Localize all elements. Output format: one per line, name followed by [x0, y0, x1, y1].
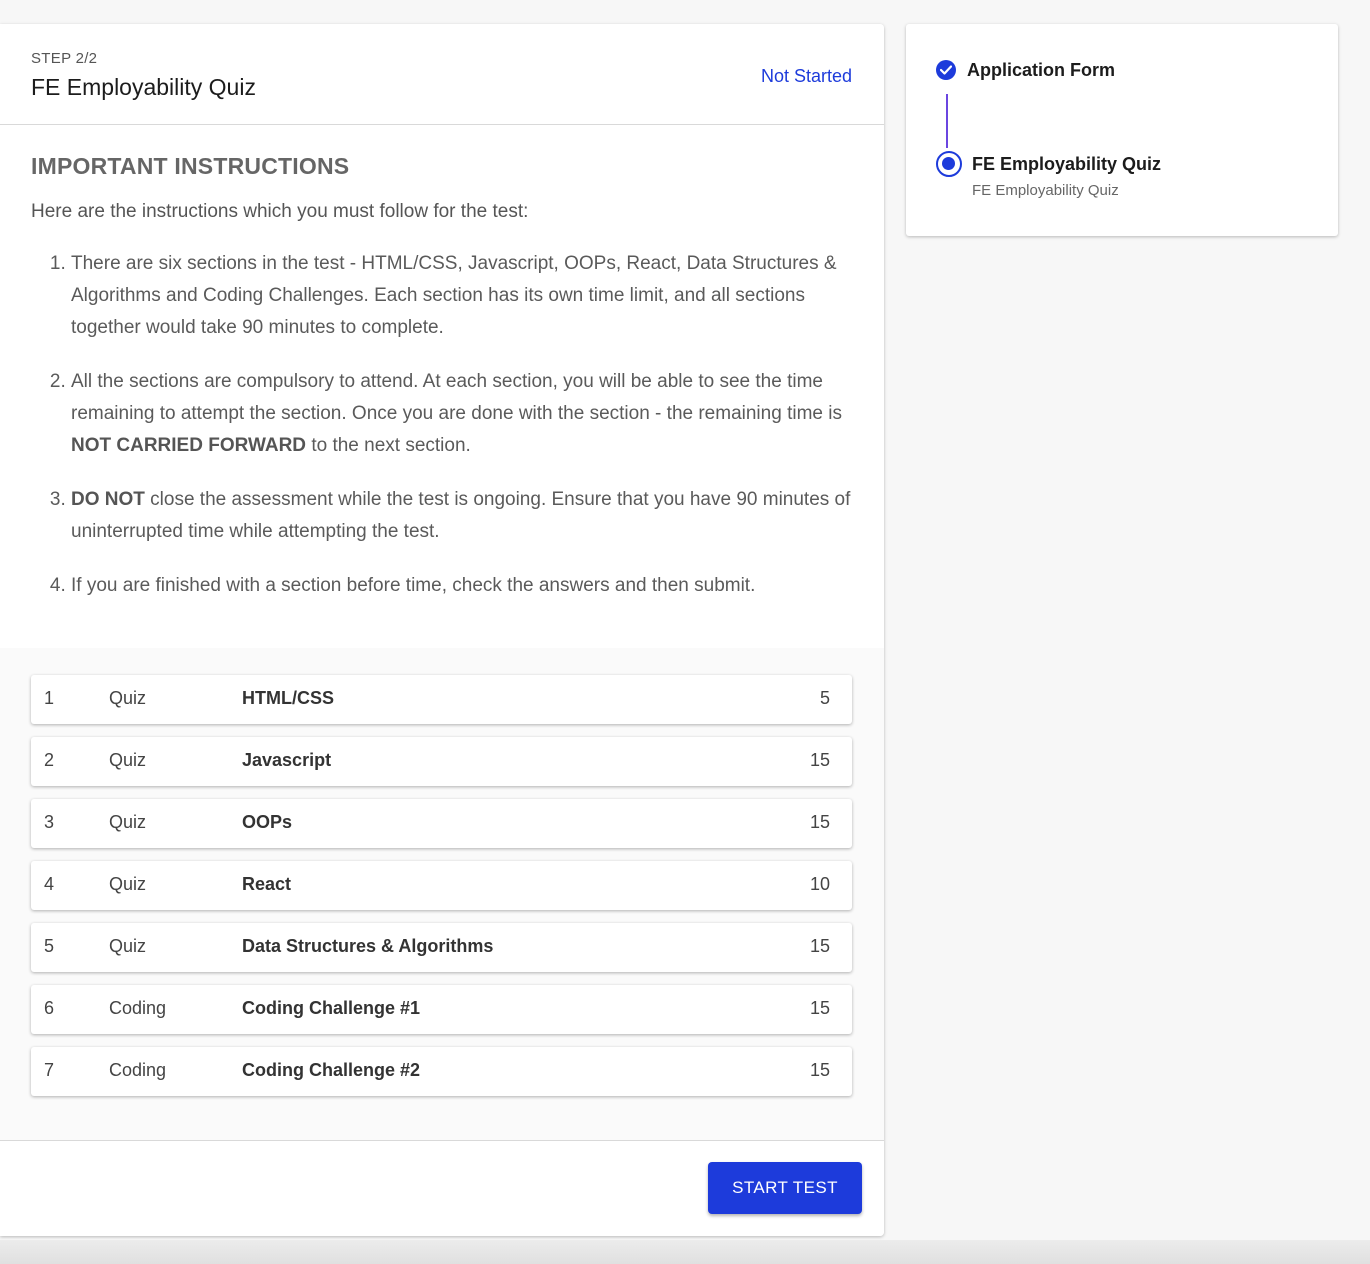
- quiz-card: STEP 2/2 FE Employability Quiz Not Start…: [0, 24, 884, 1236]
- section-row: 3 Quiz OOPs 15: [31, 799, 852, 848]
- section-type: Quiz: [109, 750, 147, 770]
- step-label: STEP 2/2: [31, 50, 98, 67]
- card-footer: START TEST: [0, 1140, 884, 1236]
- section-number: 7: [44, 1060, 55, 1080]
- section-row: 4 Quiz React 10: [31, 861, 852, 910]
- section-number: 3: [44, 812, 55, 832]
- instructions-list: There are six sections in the test - HTM…: [31, 248, 853, 602]
- section-value: 15: [809, 936, 830, 956]
- instruction-item: If you are finished with a section befor…: [71, 570, 853, 602]
- section-type: Quiz: [109, 688, 147, 708]
- section-number: 1: [44, 688, 55, 708]
- instructions-intro: Here are the instructions which you must…: [31, 201, 529, 222]
- status-label: Not Started: [760, 66, 852, 86]
- instruction-item: All the sections are compulsory to atten…: [71, 366, 853, 462]
- section-number: 6: [44, 998, 55, 1018]
- section-number: 5: [44, 936, 55, 956]
- step-sublabel: FE Employability Quiz: [972, 182, 1119, 199]
- section-number: 2: [44, 750, 55, 770]
- section-row: 5 Quiz Data Structures & Algorithms 15: [31, 923, 852, 972]
- start-test-button[interactable]: START TEST: [708, 1162, 862, 1214]
- radio-active-icon: [936, 151, 962, 177]
- page-bottom-edge: [0, 1240, 1370, 1264]
- section-type: Coding: [109, 998, 167, 1018]
- section-name: Data Structures & Algorithms: [242, 936, 494, 956]
- section-name: Javascript: [242, 750, 332, 770]
- section-type: Quiz: [109, 812, 147, 832]
- step-label: FE Employability Quiz: [972, 154, 1162, 174]
- instruction-item: There are six sections in the test - HTM…: [71, 248, 853, 344]
- section-name: React: [242, 874, 292, 894]
- section-type: Coding: [109, 1060, 167, 1080]
- progress-stepper: Application Form FE Employability Quiz F…: [906, 24, 1338, 236]
- section-value: 15: [809, 750, 830, 770]
- section-type: Quiz: [109, 874, 147, 894]
- section-name: Coding Challenge #2: [242, 1060, 421, 1080]
- card-header: STEP 2/2 FE Employability Quiz Not Start…: [0, 24, 884, 125]
- section-number: 4: [44, 874, 55, 894]
- section-name: OOPs: [242, 812, 293, 832]
- section-value: 5: [819, 688, 830, 708]
- section-name: Coding Challenge #1: [242, 998, 421, 1018]
- section-value: 15: [809, 812, 830, 832]
- instructions-heading: IMPORTANT INSTRUCTIONS: [31, 153, 350, 179]
- section-row: 2 Quiz Javascript 15: [31, 737, 852, 786]
- section-row: 6 Coding Coding Challenge #1 15: [31, 985, 852, 1034]
- section-type: Quiz: [109, 936, 147, 956]
- section-name: HTML/CSS: [242, 688, 334, 708]
- page-title: FE Employability Quiz: [31, 74, 256, 100]
- instructions-panel: IMPORTANT INSTRUCTIONS Here are the inst…: [0, 125, 884, 648]
- section-row: 7 Coding Coding Challenge #2 15: [31, 1047, 852, 1096]
- section-value: 15: [809, 1060, 830, 1080]
- step-connector: [946, 94, 948, 148]
- step-label: Application Form: [967, 60, 1115, 80]
- sections-list: 1 Quiz HTML/CSS 5 2 Quiz Javascript 15 3…: [0, 648, 884, 1140]
- section-value: 15: [809, 998, 830, 1018]
- section-value: 10: [809, 874, 830, 894]
- instruction-item: DO NOT close the assessment while the te…: [71, 484, 853, 548]
- check-circle-icon: [936, 60, 956, 80]
- section-row: 1 Quiz HTML/CSS 5: [31, 675, 852, 724]
